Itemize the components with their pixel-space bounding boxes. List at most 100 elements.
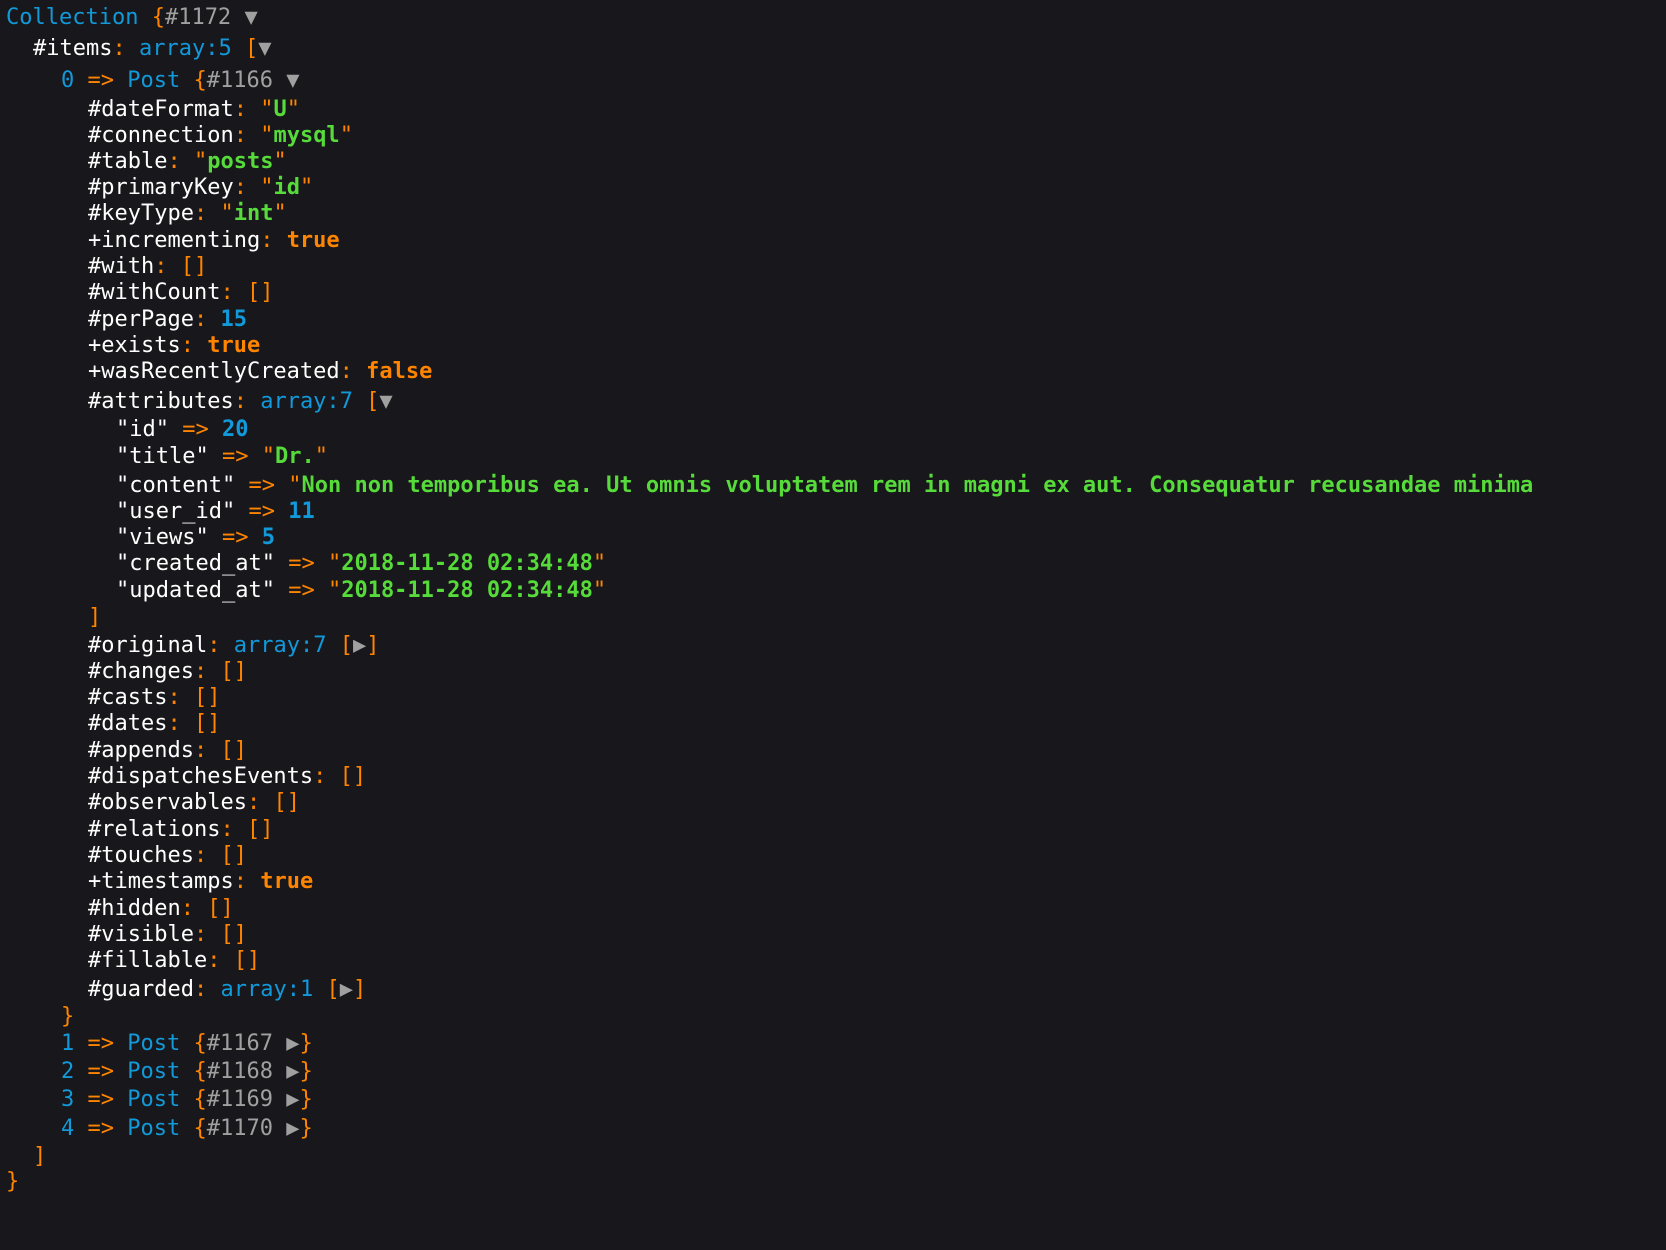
property-name: #hidden xyxy=(88,896,181,921)
item-index: 1 xyxy=(61,1031,75,1056)
item-index: 0 xyxy=(61,68,75,93)
property-name: +incrementing xyxy=(88,228,261,253)
property-name: #original xyxy=(88,633,208,658)
property-name: +wasRecentlyCreated xyxy=(88,359,340,384)
object-id: #1167 xyxy=(206,1031,273,1056)
prop-dates: #dates: [] xyxy=(88,711,221,736)
item-index: 3 xyxy=(61,1087,75,1112)
property-name: #appends xyxy=(88,738,194,763)
property-name: #connection xyxy=(88,123,234,148)
class-name: Collection xyxy=(6,5,139,30)
property-name: #casts xyxy=(88,685,168,710)
prop-changes: #changes: [] xyxy=(88,659,247,684)
prop-perPage: #perPage: 15 xyxy=(88,307,247,332)
string-value: mysql xyxy=(273,123,340,148)
object-id: #1172 xyxy=(164,5,232,30)
property-name: #attributes xyxy=(88,389,234,414)
property-name: #withCount xyxy=(88,280,221,305)
item-index: 2 xyxy=(61,1059,75,1084)
prop-casts: #casts: [] xyxy=(88,685,221,710)
array-type: array:5 xyxy=(138,36,232,61)
prop-observables: #observables: [] xyxy=(88,790,300,815)
attr-updated_at: "updated_at" => "2018-11-28 02:34:48" xyxy=(116,578,607,603)
property-name: #primaryKey xyxy=(88,175,234,200)
property-name: #table xyxy=(88,149,168,174)
property-name: #keyType xyxy=(88,201,194,226)
expand-toggle-icon[interactable]: ▶ xyxy=(340,977,353,1002)
prop-visible: #visible: [] xyxy=(88,922,247,947)
collection-close-brace: } xyxy=(6,1169,20,1194)
prop-withCount: #withCount: [] xyxy=(88,280,274,305)
attribute-key: "title" xyxy=(116,444,209,469)
attribute-key: "updated_at" xyxy=(116,578,275,603)
constant-value: true xyxy=(286,228,340,253)
class-name: Post xyxy=(127,1059,181,1084)
arrow-operator: => xyxy=(87,1116,115,1141)
prop-keyType: #keyType: "int" xyxy=(88,201,287,226)
prop-primaryKey: #primaryKey: "id" xyxy=(88,175,314,200)
array-type: array:7 xyxy=(260,389,353,414)
collapse-toggle-icon[interactable]: ▼ xyxy=(258,36,271,61)
class-name: Post xyxy=(127,1031,181,1056)
string-value: Non non temporibus ea. Ut omnis voluptat… xyxy=(301,473,1534,498)
constant-value: true xyxy=(260,869,314,894)
item-index: 4 xyxy=(61,1116,75,1141)
item-2-header: 2 => Post {#1168 ▶} xyxy=(61,1059,313,1084)
collapse-toggle-icon[interactable]: ▼ xyxy=(244,5,257,30)
string-value: 2018-11-28 02:34:48 xyxy=(341,578,593,603)
prop-dateFormat: #dateFormat: "U" xyxy=(88,97,300,122)
array-type: array:1 xyxy=(220,977,314,1002)
prop-hidden: #hidden: [] xyxy=(88,896,234,921)
arrow-operator: => xyxy=(87,68,115,93)
attribute-key: "created_at" xyxy=(116,551,275,576)
object-id: #1168 xyxy=(206,1059,273,1084)
var-dump-panel: Collection {#1172 ▼ #items: array:5 [▼ 0… xyxy=(0,0,1666,1250)
attribute-key: "views" xyxy=(116,525,209,550)
property-name: #fillable xyxy=(88,948,208,973)
prop-touches: #touches: [] xyxy=(88,843,247,868)
collapse-toggle-icon[interactable]: ▼ xyxy=(286,68,299,93)
class-name: Post xyxy=(127,1116,181,1141)
prop-guarded: #guarded: array:1 [▶] xyxy=(88,977,367,1002)
item-1-header: 1 => Post {#1167 ▶} xyxy=(61,1031,313,1056)
arrow-operator: => xyxy=(87,1059,115,1084)
prop-timestamps: +timestamps: true xyxy=(88,869,314,894)
property-name: #items xyxy=(33,36,113,61)
expand-toggle-icon[interactable]: ▶ xyxy=(286,1059,299,1084)
prop-table: #table: "posts" xyxy=(88,149,287,174)
attr-created_at: "created_at" => "2018-11-28 02:34:48" xyxy=(116,551,607,576)
number-value: 15 xyxy=(220,307,247,332)
collection-header: Collection {#1172 ▼ xyxy=(6,5,258,30)
object-id: #1166 xyxy=(206,68,273,93)
property-name: #with xyxy=(88,254,155,279)
expand-toggle-icon[interactable]: ▶ xyxy=(286,1031,299,1056)
property-name: #touches xyxy=(88,843,194,868)
arrow-operator: => xyxy=(87,1087,115,1112)
prop-incrementing: +incrementing: true xyxy=(88,228,340,253)
prop-exists: +exists: true xyxy=(88,333,261,358)
property-name: +exists xyxy=(88,333,181,358)
item-3-header: 3 => Post {#1169 ▶} xyxy=(61,1087,313,1112)
attribute-key: "user_id" xyxy=(116,499,236,524)
prop-connection: #connection: "mysql" xyxy=(88,123,353,148)
number-value: 11 xyxy=(288,499,315,524)
object-id: #1169 xyxy=(206,1087,273,1112)
prop-dispatchesEvents: #dispatchesEvents: [] xyxy=(88,764,367,789)
prop-relations: #relations: [] xyxy=(88,817,274,842)
attribute-key: "content" xyxy=(116,473,236,498)
prop-fillable: #fillable: [] xyxy=(88,948,261,973)
constant-value: false xyxy=(366,359,433,384)
object-id: #1170 xyxy=(206,1116,273,1141)
item-0-close-brace: } xyxy=(61,1004,75,1029)
expand-toggle-icon[interactable]: ▶ xyxy=(286,1087,299,1112)
property-name: #relations xyxy=(88,817,221,842)
string-value: id xyxy=(273,175,300,200)
expand-toggle-icon[interactable]: ▶ xyxy=(286,1116,299,1141)
prop-wasRecentlyCreated: +wasRecentlyCreated: false xyxy=(88,359,433,384)
property-name: #dateFormat xyxy=(88,97,234,122)
property-name: #perPage xyxy=(88,307,194,332)
collapse-toggle-icon[interactable]: ▼ xyxy=(379,389,392,414)
prop-attributes: #attributes: array:7 [▼ xyxy=(88,389,393,414)
expand-toggle-icon[interactable]: ▶ xyxy=(353,633,366,658)
prop-with: #with: [] xyxy=(88,254,208,279)
